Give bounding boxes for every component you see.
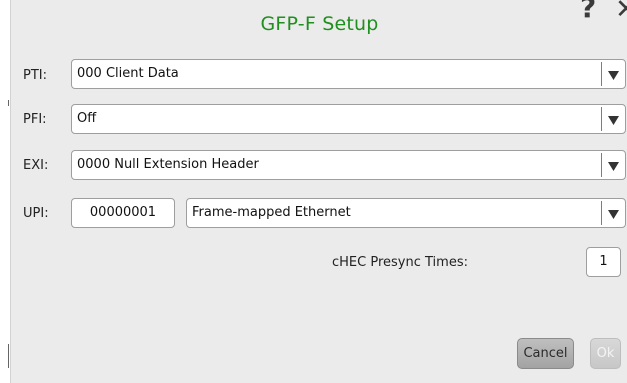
gfp-f-setup-dialog: GFP-F Setup ? ✕ PTI: 000 Client Data PFI… [10, 0, 627, 383]
upi-code-input[interactable]: 00000001 [71, 198, 175, 228]
cancel-button[interactable]: Cancel [517, 338, 574, 369]
chevron-down-icon [601, 62, 625, 86]
pfi-select[interactable]: Off [71, 104, 626, 134]
exi-value: 0000 Null Extension Header [77, 157, 259, 172]
exi-select[interactable]: 0000 Null Extension Header [71, 150, 626, 180]
chevron-down-icon [601, 201, 625, 225]
ok-button[interactable]: Ok [590, 338, 621, 369]
edge-marker [8, 100, 9, 106]
pfi-label: PFI: [23, 112, 47, 127]
upi-select[interactable]: Frame-mapped Ethernet [186, 198, 626, 228]
upi-label: UPI: [23, 206, 49, 221]
chevron-down-icon [601, 107, 625, 131]
help-icon[interactable]: ? [580, 0, 596, 22]
close-icon[interactable]: ✕ [615, 0, 627, 23]
chec-presync-label: cHEC Presync Times: [332, 255, 468, 270]
pfi-value: Off [77, 111, 97, 126]
upi-value: Frame-mapped Ethernet [192, 205, 351, 220]
pti-select[interactable]: 000 Client Data [71, 59, 626, 89]
dialog-title: GFP-F Setup [260, 13, 379, 35]
pti-label: PTI: [23, 68, 47, 83]
chevron-down-icon [601, 153, 625, 177]
pti-value: 000 Client Data [77, 66, 179, 81]
edge-marker [8, 344, 9, 368]
chec-presync-input[interactable]: 1 [586, 247, 621, 277]
exi-label: EXI: [23, 158, 49, 173]
